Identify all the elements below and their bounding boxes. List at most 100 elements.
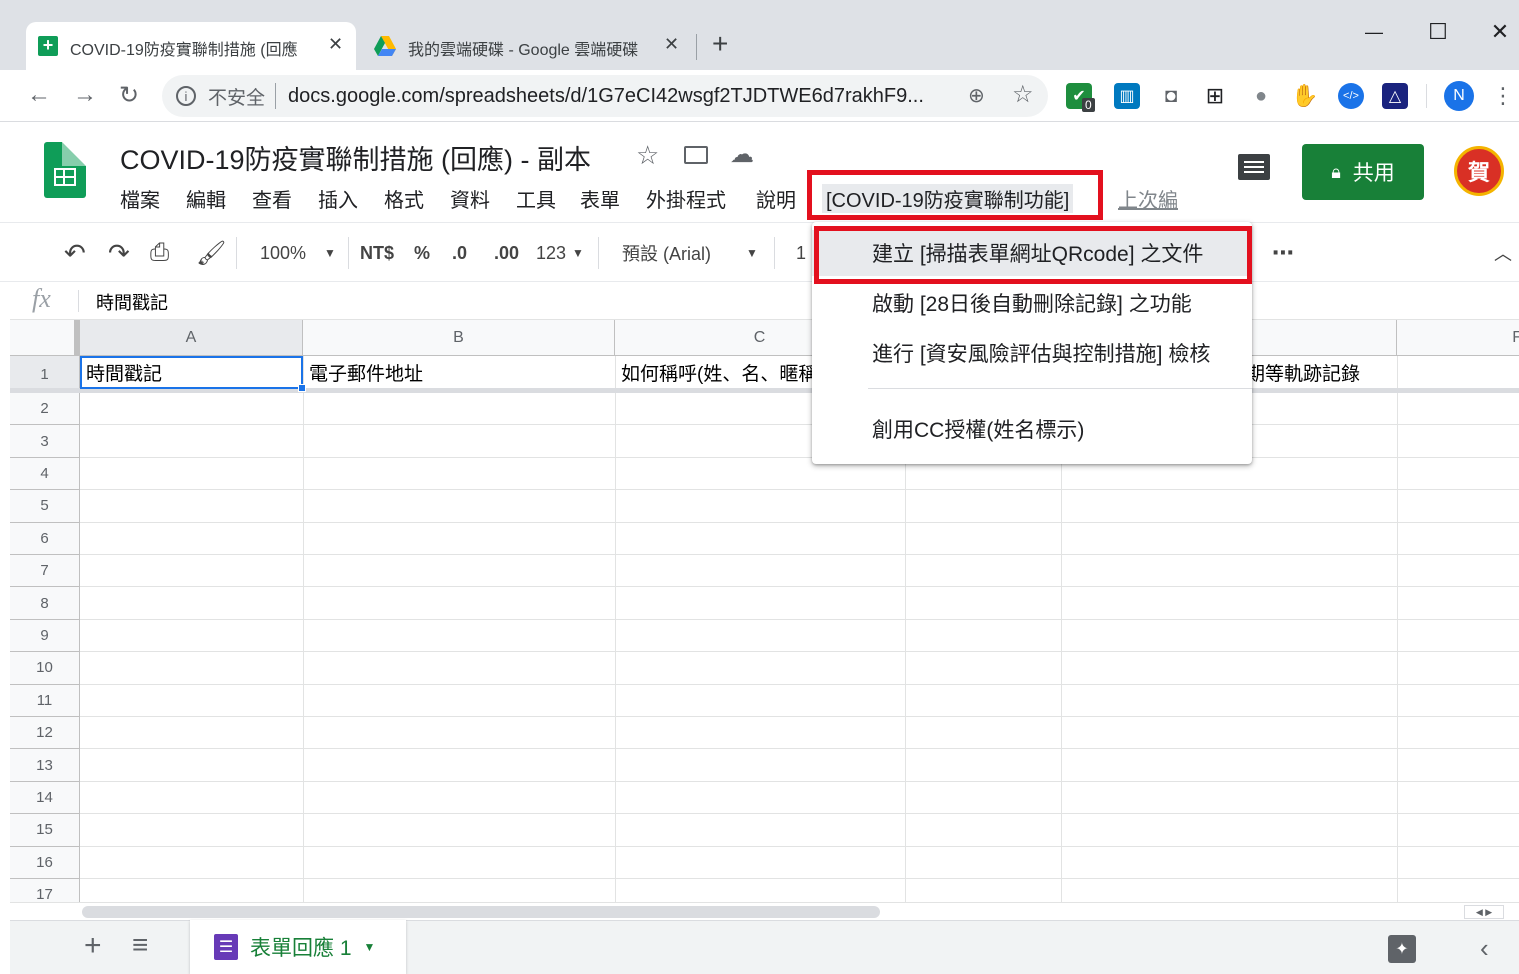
profile-avatar[interactable]: N — [1444, 81, 1474, 111]
currency-format-button[interactable]: NT$ — [360, 237, 394, 269]
camera-icon[interactable]: ◘ — [1158, 83, 1184, 109]
row-header-4[interactable]: 4 — [10, 457, 80, 491]
row-header-14[interactable]: 14 — [10, 781, 80, 815]
document-title[interactable]: COVID-19防疫實聯制措施 (回應) - 副本 — [120, 138, 591, 177]
menu-file[interactable]: 檔案 — [120, 184, 160, 213]
row-header-7[interactable]: 7 — [10, 555, 80, 588]
increase-decimal-button[interactable]: .00 — [494, 237, 519, 269]
row-header-13[interactable]: 13 — [10, 749, 80, 782]
fill-handle[interactable] — [298, 384, 306, 392]
percent-format-button[interactable]: % — [414, 237, 430, 269]
sheet-tab-form-responses[interactable]: ☰ 表單回應 1 ▼ — [190, 920, 406, 974]
font-select[interactable]: 預設 (Arial) — [622, 237, 711, 269]
number-format-dropdown-icon[interactable]: ▼ — [572, 237, 584, 269]
cell-e1[interactable]: 期等軌跡記錄 — [1246, 357, 1397, 388]
code-extension-icon[interactable]: </> — [1338, 83, 1364, 109]
bookmark-star-icon[interactable]: ☆ — [1012, 80, 1034, 109]
menu-addons[interactable]: 外掛程式 — [646, 184, 726, 213]
paint-format-icon[interactable]: 🖌︎ — [196, 237, 226, 269]
side-panel-chevron-icon[interactable]: ‹ — [1480, 933, 1489, 964]
trello-icon[interactable]: ▥ — [1114, 83, 1140, 109]
triangle-extension-icon[interactable]: △ — [1382, 83, 1408, 109]
scroll-arrows[interactable]: ◀ ▶ — [1464, 905, 1504, 919]
share-button[interactable]: 🔒︎ 共用 — [1302, 144, 1424, 200]
row-header-15[interactable]: 15 — [10, 814, 80, 847]
tab-sheets[interactable]: + COVID-19防疫實聯制措施 (回應 ✕ — [26, 22, 356, 70]
grid-extension-icon[interactable]: ⊞ — [1202, 83, 1228, 109]
redo-icon[interactable]: ↷ — [108, 237, 130, 269]
row-header-11[interactable]: 11 — [10, 684, 80, 717]
menu-item-create-qrcode-doc[interactable]: 建立 [掃描表單網址QRcode] 之文件 — [812, 230, 1252, 276]
row-gridline — [80, 683, 1519, 685]
column-header-a[interactable]: A — [80, 320, 303, 356]
decrease-decimal-button[interactable]: .0 — [452, 237, 467, 269]
scrollbar-thumb[interactable] — [82, 906, 880, 918]
last-edit-link[interactable]: 上次編 — [1118, 184, 1186, 213]
print-icon[interactable]: ⎙ — [150, 237, 169, 269]
menu-format[interactable]: 格式 — [384, 184, 424, 213]
menu-data[interactable]: 資料 — [450, 184, 490, 213]
font-dropdown-icon[interactable]: ▼ — [746, 237, 758, 269]
row-header-17[interactable]: 17 — [10, 879, 80, 902]
column-header-b[interactable]: B — [303, 320, 615, 356]
row-header-8[interactable]: 8 — [10, 587, 80, 620]
row-header-9[interactable]: 9 — [10, 619, 80, 653]
menu-edit[interactable]: 編輯 — [186, 184, 226, 213]
kebab-menu-icon[interactable]: ⋮ — [1490, 83, 1516, 109]
move-folder-icon[interactable] — [684, 146, 708, 164]
add-sheet-button[interactable]: + — [84, 929, 102, 963]
close-icon[interactable]: ✕ — [328, 34, 343, 55]
number-format-button[interactable]: 123 — [536, 237, 566, 269]
menu-forms[interactable]: 表單 — [580, 184, 620, 213]
spreadsheet-grid[interactable]: A B C F 1 2 3 4 5 6 7 8 9 10 11 12 13 14 15 16 17 時間戳記 電… — [10, 320, 1519, 902]
cell-b1[interactable]: 電子郵件地址 — [303, 357, 615, 388]
row-header-2[interactable]: 2 — [10, 393, 80, 426]
row-header-10[interactable]: 10 — [10, 652, 80, 685]
thumbs-up-icon[interactable]: ✋ — [1291, 83, 1318, 109]
comments-icon[interactable] — [1238, 154, 1270, 180]
row-header-3[interactable]: 3 — [10, 425, 80, 458]
all-sheets-button[interactable]: ≡ — [132, 929, 148, 961]
row-header-5[interactable]: 5 — [10, 490, 80, 523]
zoom-dropdown-icon[interactable]: ▼ — [324, 237, 336, 269]
row-header-16[interactable]: 16 — [10, 846, 80, 879]
row-header-12[interactable]: 12 — [10, 717, 80, 750]
formula-input[interactable]: 時間戳記 — [96, 289, 168, 315]
menu-insert[interactable]: 插入 — [318, 184, 358, 213]
menu-item-enable-auto-delete[interactable]: 啟動 [28日後自動刪除記錄] 之功能 — [812, 280, 1252, 326]
explore-button[interactable]: ✦ — [1388, 935, 1416, 963]
tab-drive[interactable]: 我的雲端硬碟 - Google 雲端硬碟 ✕ — [362, 22, 692, 70]
apple-extension-icon[interactable]: ● — [1248, 83, 1274, 109]
menu-tools[interactable]: 工具 — [516, 184, 556, 213]
star-icon[interactable]: ☆ — [636, 140, 659, 171]
row-gridline — [80, 456, 1519, 458]
font-size-select[interactable]: 1 — [796, 237, 806, 269]
sheet-tab-dropdown-icon[interactable]: ▼ — [364, 940, 376, 954]
close-window-button[interactable]: ✕ — [1480, 12, 1519, 52]
zoom-select[interactable]: 100% — [260, 237, 306, 269]
more-options-button[interactable]: ⋯ — [1272, 237, 1294, 269]
row-header-6[interactable]: 6 — [10, 522, 80, 555]
minimize-button[interactable]: — — [1354, 12, 1394, 52]
account-avatar[interactable]: 賀 — [1454, 146, 1504, 196]
close-icon[interactable]: ✕ — [664, 34, 679, 55]
horizontal-scrollbar[interactable]: ◀ ▶ — [10, 902, 1519, 920]
menu-view[interactable]: 查看 — [252, 184, 292, 213]
maximize-button[interactable]: ☐ — [1418, 12, 1458, 52]
address-bar[interactable]: i 不安全 docs.google.com/spreadsheets/d/1G7… — [162, 75, 1048, 117]
menu-item-cc-license[interactable]: 創用CC授權(姓名標示) — [812, 406, 1252, 452]
sheets-logo-icon[interactable] — [44, 142, 86, 198]
menu-item-security-risk-check[interactable]: 進行 [資安風險評估與控制措施] 檢核 — [812, 330, 1252, 376]
forward-button[interactable]: → — [68, 78, 102, 112]
collapse-chevron-icon[interactable]: ︿ — [1494, 237, 1512, 269]
undo-icon[interactable]: ↶ — [64, 237, 86, 269]
menu-covid-features[interactable]: [COVID-19防疫實聯制功能] — [822, 184, 1074, 213]
menu-help[interactable]: 說明 — [756, 184, 796, 213]
column-header-f[interactable]: F — [1397, 320, 1519, 356]
zoom-icon[interactable]: ⊕ — [968, 83, 985, 108]
cloud-status-icon[interactable]: ☁ — [730, 140, 754, 169]
select-all-corner[interactable] — [10, 320, 80, 356]
back-button[interactable]: ← — [22, 78, 56, 112]
new-tab-button[interactable]: + — [712, 28, 728, 60]
reload-button[interactable]: ↻ — [112, 78, 146, 112]
